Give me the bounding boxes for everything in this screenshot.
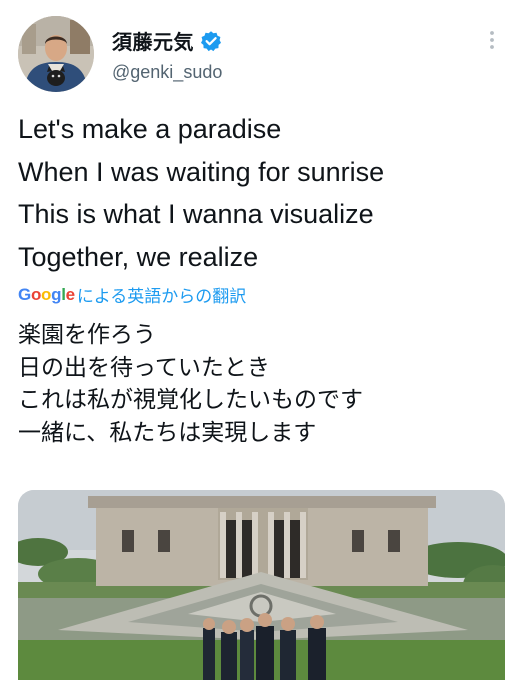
- name-row: 須藤元気: [112, 26, 222, 55]
- translated-line: 一緒に、私たちは実現します: [18, 418, 317, 445]
- translated-text: 楽園を作ろう 日の出を待っていたとき これは私が視覚化したいものです 一緒に、私…: [18, 318, 508, 448]
- translated-line: これは私が視覚化したいものです: [18, 386, 363, 412]
- avatar-photo: [18, 16, 94, 92]
- author-display-name[interactable]: 須藤元気: [112, 26, 194, 55]
- translated-line: 日の出を待っていたとき: [18, 353, 270, 380]
- tweet-line: This is what I wanna visualize: [18, 199, 374, 229]
- author-handle[interactable]: @genki_sudo: [112, 62, 222, 83]
- tweet-line: When I was waiting for sunrise: [18, 156, 385, 187]
- translated-line: 楽園を作ろう: [18, 321, 156, 347]
- tweet-header: 須藤元気 @genki_sudo: [0, 0, 523, 100]
- tweet-line: Let's make a paradise: [18, 114, 282, 144]
- more-options-icon[interactable]: [482, 28, 502, 52]
- translate-link[interactable]: による英語からの翻訳: [77, 282, 247, 307]
- media-image: [18, 490, 505, 680]
- tweet-media[interactable]: [18, 490, 505, 680]
- tweet-line: Together, we realize: [18, 241, 259, 272]
- tweet-text: Let's make a paradise When I was waiting…: [18, 108, 508, 278]
- google-logo: Google: [18, 284, 75, 304]
- translation-attribution[interactable]: Google による英語からの翻訳: [18, 282, 246, 307]
- avatar[interactable]: [18, 16, 94, 92]
- verified-badge-icon: [200, 30, 222, 52]
